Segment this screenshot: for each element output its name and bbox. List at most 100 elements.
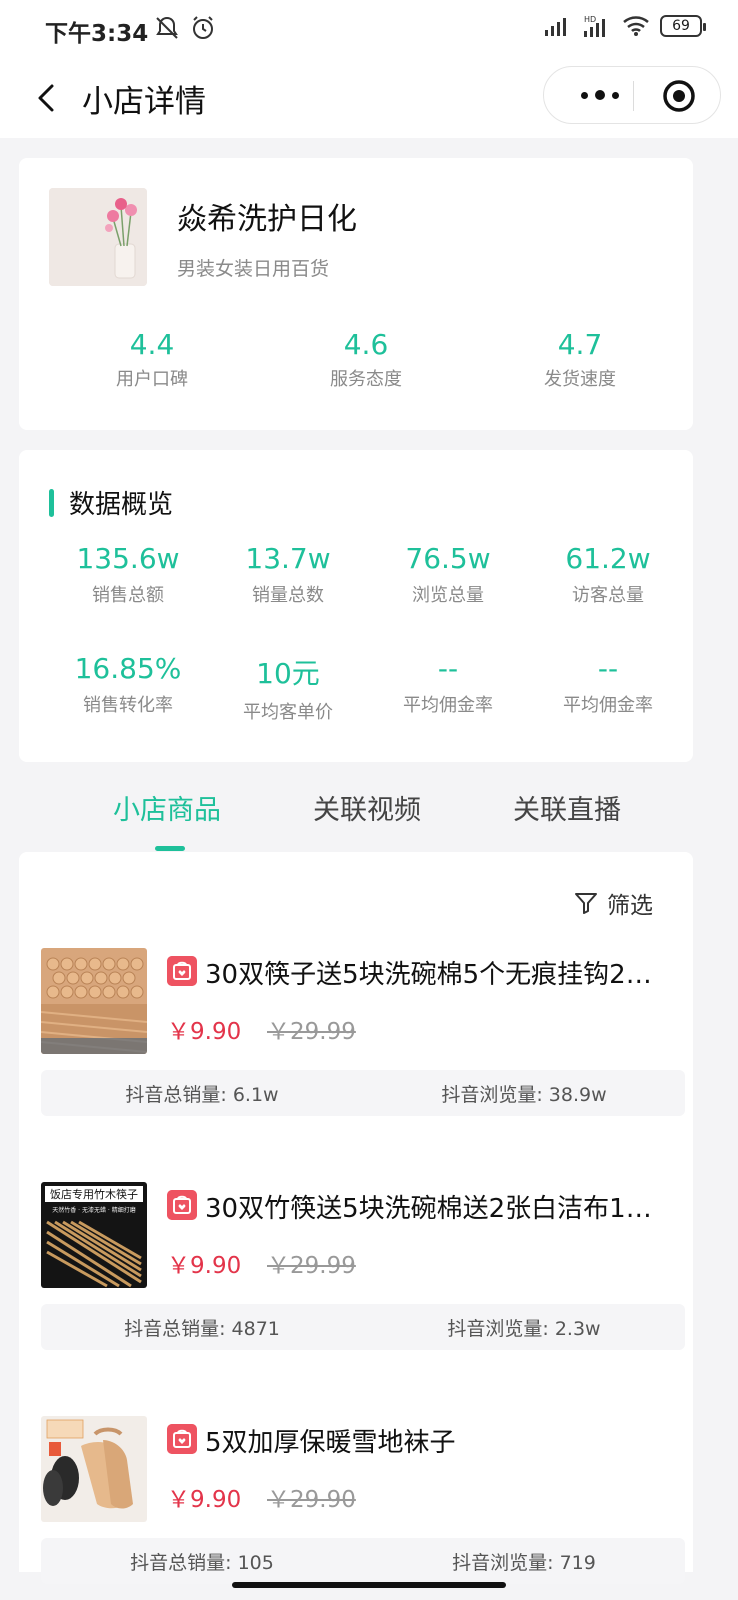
product-thumbnail (41, 948, 147, 1054)
stat-value: 61.2w (565, 542, 651, 575)
stat-cell: 76.5w 浏览总量 (368, 542, 528, 652)
stats-grid: 135.6w 销售总额 13.7w 销量总数 76.5w 浏览总量 61.2w 访客总量… (19, 542, 693, 762)
product-stats: 抖音总销量: 105 抖音浏览量: 719 (41, 1538, 685, 1584)
rating-item: 4.6 服务态度 (259, 328, 473, 391)
stat-cell: 135.6w 销售总额 (48, 542, 208, 652)
capsule-divider (633, 81, 634, 111)
battery-level: 69 (672, 18, 690, 34)
stat-cell: -- 平均佣金率 (528, 652, 688, 762)
section-accent-bar (49, 488, 54, 517)
back-icon[interactable] (28, 78, 68, 118)
stat-cell: 16.85% 销售转化率 (48, 652, 208, 762)
alarm-icon (193, 16, 213, 39)
tab-shop-products[interactable]: 小店商品 (113, 788, 221, 827)
close-target-icon[interactable] (662, 79, 696, 113)
douyin-views: 抖音浏览量: 38.9w (441, 1083, 607, 1106)
stat-label: 浏览总量 (412, 585, 484, 606)
stat-cell: 61.2w 访客总量 (528, 542, 688, 652)
content-tabs: 小店商品 关联视频 关联直播 (19, 768, 693, 852)
product-original-price: ￥29.99 (267, 1019, 356, 1045)
product-list: 筛选 30双筷子送5块洗碗棉5个无痕挂钩2… ￥9.90 ￥29.99 抖音总销… (19, 852, 693, 1584)
rating-value: 4.6 (343, 328, 389, 361)
stat-value: -- (597, 652, 619, 685)
section-title-text: 数据概览 (69, 490, 174, 520)
stat-label: 平均客单价 (243, 702, 333, 723)
shop-category: 男装女装日用百货 (177, 258, 330, 280)
product-title: 30双竹筷送5块洗碗棉送2张白洁布1… (205, 1194, 652, 1224)
rating-label: 发货速度 (544, 369, 616, 390)
product-item[interactable]: 5双加厚保暖雪地袜子 ￥9.90 ￥29.90 抖音总销量: 105 抖音浏览量… (41, 1416, 685, 1586)
filter-button[interactable]: 筛选 (573, 886, 653, 920)
rating-item: 4.7 发货速度 (473, 328, 687, 391)
shop-bag-icon (167, 1424, 197, 1454)
product-original-price: ￥29.90 (267, 1487, 356, 1513)
more-icon[interactable] (570, 81, 630, 109)
rating-item: 4.4 用户口碑 (45, 328, 259, 391)
product-item[interactable]: 饭店专用竹木筷子 天然竹香 · 无漆无蜡 · 精细打磨 30双竹筷送5块洗碗棉送… (41, 1182, 685, 1352)
stat-value: -- (437, 652, 459, 685)
shop-bag-icon (167, 956, 197, 986)
status-bar: 下午3:34 HD 69 (0, 0, 738, 60)
douyin-views: 抖音浏览量: 719 (452, 1551, 596, 1574)
status-time: 下午3:34 (45, 21, 149, 47)
shop-avatar (49, 188, 147, 286)
active-tab-indicator (155, 846, 185, 851)
thumb-subcaption: 天然竹香 · 无漆无蜡 · 精细打磨 (52, 1206, 135, 1214)
svg-text:HD: HD (584, 15, 596, 24)
stat-value: 16.85% (74, 652, 182, 685)
stat-value: 135.6w (76, 542, 180, 575)
shop-info-card: 焱希洗护日化 男装女装日用百货 4.4 用户口碑 4.6 服务态度 4.7 发货… (19, 158, 693, 430)
stat-cell: 10元平均客单价 (208, 652, 368, 762)
rating-label: 用户口碑 (116, 369, 188, 390)
rating-value: 4.7 (557, 328, 603, 361)
hd-signal-icon: HD (584, 15, 605, 37)
stat-label: 平均佣金率 (563, 695, 653, 716)
page-title: 小店详情 (82, 84, 206, 120)
product-thumbnail: 饭店专用竹木筷子 天然竹香 · 无漆无蜡 · 精细打磨 (41, 1182, 147, 1288)
rating-value: 4.4 (129, 328, 175, 361)
shop-name: 焱希洗护日化 (177, 202, 357, 237)
stat-label: 平均佣金率 (403, 695, 493, 716)
stat-value: 76.5w (405, 542, 491, 575)
douyin-sales: 抖音总销量: 105 (130, 1551, 274, 1574)
stats-row: 135.6w 销售总额 13.7w 销量总数 76.5w 浏览总量 61.2w 访客总量 (19, 542, 693, 652)
douyin-sales: 抖音总销量: 6.1w (125, 1083, 279, 1106)
thumb-caption: 饭店专用竹木筷子 (50, 1187, 138, 1201)
product-thumbnail (41, 1416, 147, 1522)
nav-bar: 小店详情 (0, 60, 738, 138)
product-stats: 抖音总销量: 4871 抖音浏览量: 2.3w (41, 1304, 685, 1350)
stat-cell: -- 平均佣金率 (368, 652, 528, 762)
signal-icon (545, 18, 566, 36)
stat-cell: 13.7w 销量总数 (208, 542, 368, 652)
shop-bag-icon (167, 1190, 197, 1220)
home-indicator[interactable] (232, 1582, 506, 1588)
tab-related-live[interactable]: 关联直播 (513, 788, 621, 827)
stats-row: 16.85% 销售转化率 10元平均客单价 -- 平均佣金率 -- 平均佣金率 (19, 652, 693, 762)
silent-icon (156, 16, 178, 39)
filter-label: 筛选 (607, 893, 653, 919)
data-overview-card: 数据概览 135.6w 销售总额 13.7w 销量总数 76.5w 浏览总量 61.2… (19, 450, 693, 762)
filter-icon (575, 893, 597, 914)
stat-value: 10元 (256, 657, 320, 690)
product-item[interactable]: 30双筷子送5块洗碗棉5个无痕挂钩2… ￥9.90 ￥29.99 抖音总销量: … (41, 948, 685, 1118)
stat-label: 销量总数 (252, 585, 324, 606)
mini-program-capsule (543, 66, 721, 124)
section-title: 数据概览 (49, 484, 173, 521)
product-title: 5双加厚保暖雪地袜子 (205, 1428, 456, 1458)
stat-label: 销售转化率 (83, 695, 173, 716)
rating-label: 服务态度 (330, 369, 402, 390)
stat-label: 销售总额 (92, 585, 164, 606)
product-price: ￥9.90 (167, 1487, 242, 1513)
battery-icon: 69 (660, 15, 706, 37)
stat-label: 访客总量 (572, 585, 644, 606)
product-price: ￥9.90 (167, 1019, 242, 1045)
douyin-sales: 抖音总销量: 4871 (124, 1317, 280, 1340)
shop-ratings: 4.4 用户口碑 4.6 服务态度 4.7 发货速度 (19, 328, 693, 391)
douyin-views: 抖音浏览量: 2.3w (447, 1317, 601, 1340)
stat-value: 13.7w (245, 542, 331, 575)
product-stats: 抖音总销量: 6.1w 抖音浏览量: 38.9w (41, 1070, 685, 1116)
product-price: ￥9.90 (167, 1253, 242, 1279)
product-title: 30双筷子送5块洗碗棉5个无痕挂钩2… (205, 960, 652, 990)
tab-related-videos[interactable]: 关联视频 (313, 788, 421, 827)
product-original-price: ￥29.99 (267, 1253, 356, 1279)
